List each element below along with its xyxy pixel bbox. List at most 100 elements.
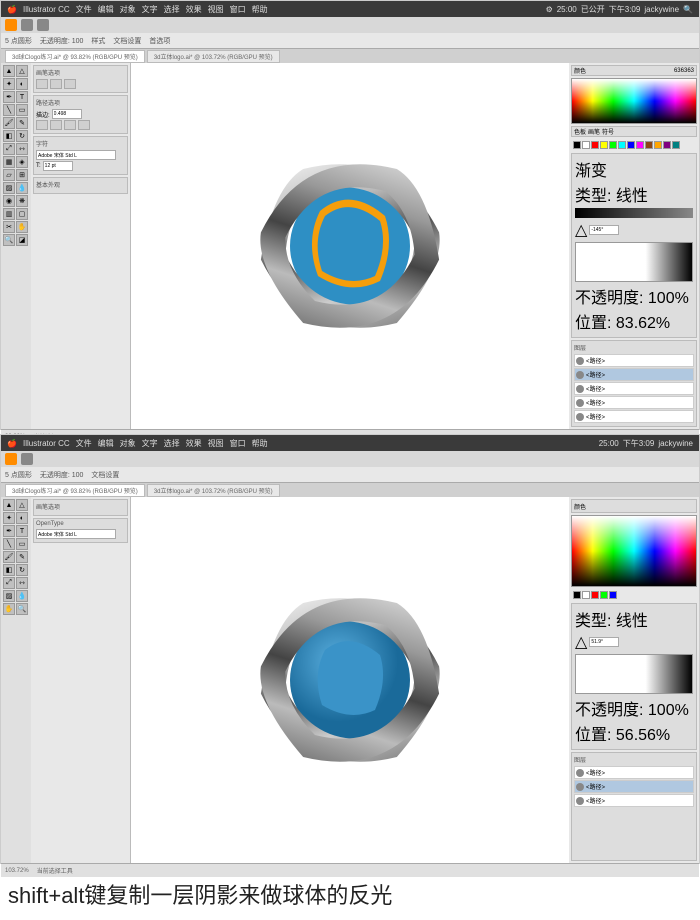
opt-prefs[interactable]: 首选项 bbox=[149, 36, 170, 46]
menu-type[interactable]: 文字 bbox=[142, 438, 158, 449]
tab-doc2[interactable]: 3d立体logo.ai* @ 103.72% (RGB/GPU 预览) bbox=[147, 50, 280, 63]
scale-tool[interactable]: ⤢ bbox=[3, 577, 15, 589]
swatch-tab[interactable]: 色板 bbox=[574, 127, 586, 136]
menu-file[interactable]: 文件 bbox=[76, 438, 92, 449]
selection-tool[interactable]: ▲ bbox=[3, 499, 15, 511]
direct-selection-tool[interactable]: △ bbox=[16, 65, 28, 77]
rotate-tool[interactable]: ↻ bbox=[16, 564, 28, 576]
perspective-tool[interactable]: ▱ bbox=[3, 169, 15, 181]
lasso-tool[interactable]: ◐ bbox=[16, 512, 28, 524]
swatch-item[interactable] bbox=[672, 141, 680, 149]
zoom-tool[interactable]: 🔍 bbox=[3, 234, 15, 246]
visibility-icon[interactable] bbox=[576, 371, 584, 379]
width-tool[interactable]: ⇿ bbox=[16, 577, 28, 589]
layer-item[interactable]: <路径> bbox=[574, 766, 694, 779]
menu-view[interactable]: 视图 bbox=[208, 4, 224, 15]
pen-tool[interactable]: ✒ bbox=[3, 91, 15, 103]
menu-select[interactable]: 选择 bbox=[164, 438, 180, 449]
align-btn[interactable] bbox=[64, 120, 76, 130]
swatch-item[interactable] bbox=[591, 141, 599, 149]
swatch-item[interactable] bbox=[591, 591, 599, 599]
bridge-icon[interactable] bbox=[21, 453, 33, 465]
type-tool[interactable]: T bbox=[16, 91, 28, 103]
mesh-tool[interactable]: ⊞ bbox=[16, 169, 28, 181]
visibility-icon[interactable] bbox=[576, 783, 584, 791]
layer-item[interactable]: <路径> bbox=[574, 794, 694, 807]
sync-icon[interactable] bbox=[37, 19, 49, 31]
hand-tool[interactable]: ✋ bbox=[3, 603, 15, 615]
rotate-tool[interactable]: ↻ bbox=[16, 130, 28, 142]
visibility-icon[interactable] bbox=[576, 413, 584, 421]
swatch-tab[interactable]: 画笔 bbox=[588, 127, 600, 136]
color-picker[interactable] bbox=[571, 515, 697, 587]
line-tool[interactable]: ╲ bbox=[3, 538, 15, 550]
menu-object[interactable]: 对象 bbox=[120, 4, 136, 15]
gradient-angle-input[interactable] bbox=[589, 225, 619, 235]
brush-tool[interactable]: 🖌 bbox=[3, 117, 15, 129]
layer-item[interactable]: <路径> bbox=[574, 382, 694, 395]
rectangle-tool[interactable]: ▭ bbox=[16, 104, 28, 116]
gradient-tool[interactable]: ▨ bbox=[3, 590, 15, 602]
magic-wand-tool[interactable]: ✦ bbox=[3, 512, 15, 524]
opt-brush[interactable]: 5 点圆形 bbox=[5, 36, 32, 46]
bridge-icon[interactable] bbox=[21, 19, 33, 31]
layer-item[interactable]: <路径> bbox=[574, 396, 694, 409]
graph-tool[interactable]: ▥ bbox=[3, 208, 15, 220]
lasso-tool[interactable]: ◐ bbox=[16, 78, 28, 90]
eraser-tool[interactable]: ◧ bbox=[3, 564, 15, 576]
visibility-icon[interactable] bbox=[576, 385, 584, 393]
layer-item[interactable]: <路径> bbox=[574, 354, 694, 367]
pencil-tool[interactable]: ✎ bbox=[16, 551, 28, 563]
selection-tool[interactable]: ▲ bbox=[3, 65, 15, 77]
shape-builder-tool[interactable]: ◈ bbox=[16, 156, 28, 168]
font-select[interactable] bbox=[36, 529, 116, 539]
ai-logo-icon[interactable] bbox=[5, 453, 17, 465]
swatch-item[interactable] bbox=[627, 141, 635, 149]
swatch-item[interactable] bbox=[663, 141, 671, 149]
menu-file[interactable]: 文件 bbox=[76, 4, 92, 15]
layer-item[interactable]: <路径> bbox=[574, 780, 694, 793]
visibility-icon[interactable] bbox=[576, 769, 584, 777]
eraser-tool[interactable]: ◧ bbox=[3, 130, 15, 142]
apple-icon[interactable]: 🍎 bbox=[7, 439, 17, 448]
layer-item[interactable]: <路径> bbox=[574, 410, 694, 423]
gradient-editor[interactable] bbox=[575, 242, 693, 282]
swatch-item[interactable] bbox=[582, 141, 590, 149]
swatch-item[interactable] bbox=[600, 141, 608, 149]
search-icon[interactable]: 🔍 bbox=[683, 5, 693, 14]
menu-window[interactable]: 窗口 bbox=[230, 4, 246, 15]
swatch-item[interactable] bbox=[573, 591, 581, 599]
align-btn[interactable] bbox=[78, 120, 90, 130]
ai-logo-icon[interactable] bbox=[5, 19, 17, 31]
swatch-item[interactable] bbox=[645, 141, 653, 149]
tab-doc1[interactable]: 3d球Clogo练习.ai* @ 93.82% (RGB/GPU 预览) bbox=[5, 484, 145, 497]
menu-effect[interactable]: 效果 bbox=[186, 4, 202, 15]
menu-select[interactable]: 选择 bbox=[164, 4, 180, 15]
gradient-tool[interactable]: ▨ bbox=[3, 182, 15, 194]
tab-doc1[interactable]: 3d球Clogo练习.ai* @ 93.82% (RGB/GPU 预览) bbox=[5, 50, 145, 63]
tab-doc2[interactable]: 3d立体logo.ai* @ 103.72% (RGB/GPU 预览) bbox=[147, 484, 280, 497]
menu-view[interactable]: 视图 bbox=[208, 438, 224, 449]
menu-edit[interactable]: 编辑 bbox=[98, 438, 114, 449]
menu-help[interactable]: 帮助 bbox=[252, 438, 268, 449]
menu-edit[interactable]: 编辑 bbox=[98, 4, 114, 15]
fontsize-input[interactable] bbox=[43, 161, 73, 171]
layer-item[interactable]: <路径> bbox=[574, 368, 694, 381]
fill-stroke-icon[interactable]: ◪ bbox=[16, 234, 28, 246]
symbol-spray-tool[interactable]: ❋ bbox=[16, 195, 28, 207]
menu-help[interactable]: 帮助 bbox=[252, 4, 268, 15]
visibility-icon[interactable] bbox=[576, 357, 584, 365]
swatch-item[interactable] bbox=[582, 591, 590, 599]
menu-window[interactable]: 窗口 bbox=[230, 438, 246, 449]
swatch-item[interactable] bbox=[609, 141, 617, 149]
swatch-item[interactable] bbox=[636, 141, 644, 149]
line-tool[interactable]: ╲ bbox=[3, 104, 15, 116]
direct-selection-tool[interactable]: △ bbox=[16, 499, 28, 511]
rectangle-tool[interactable]: ▭ bbox=[16, 538, 28, 550]
eyedropper-tool[interactable]: 💧 bbox=[16, 182, 28, 194]
visibility-icon[interactable] bbox=[576, 399, 584, 407]
pen-tool[interactable]: ✒ bbox=[3, 525, 15, 537]
zoom-level[interactable]: 103.72% bbox=[5, 868, 29, 874]
gradient-preview-small[interactable] bbox=[575, 208, 693, 218]
blend-tool[interactable]: ◉ bbox=[3, 195, 15, 207]
